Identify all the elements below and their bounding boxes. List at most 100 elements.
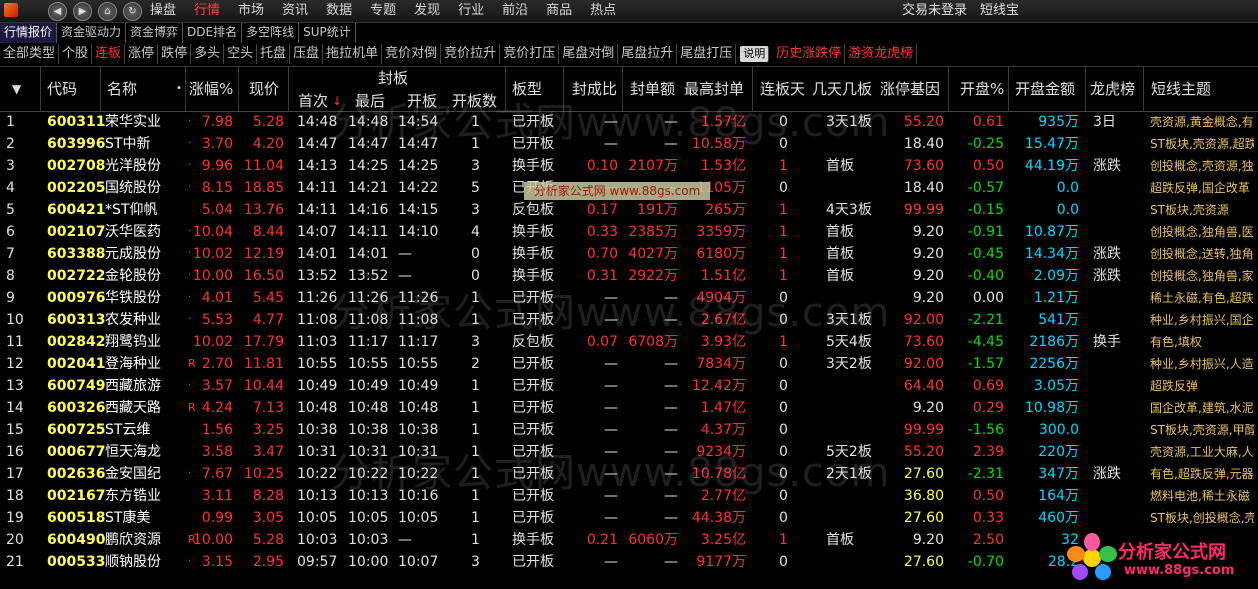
stock-name: 登海种业 [105,356,161,372]
stock-name: ST康美 [105,510,151,526]
subtab-1[interactable]: 资金驱动力 [57,23,127,43]
stock-code: 000976 [47,290,106,306]
menu-item-2[interactable]: 市场 [238,0,264,22]
filter-11[interactable]: 竞价拉升 [441,44,501,64]
filter-8[interactable]: 压盘 [290,44,324,64]
table-row[interactable]: 6 002107 沃华医药 · 10.04 8.44 14:07 14:11 14:10 4 换手板… [0,221,1258,243]
limit-gene: 18.40 [903,180,944,196]
filter-2[interactable]: 连板 [92,44,126,64]
header-max-seal[interactable]: 最高封单 [684,67,744,111]
header-type[interactable]: 板型 [512,67,542,111]
sort-menu-icon[interactable]: ▼ [12,67,21,111]
max-seal: 1.53亿 [700,158,746,174]
table-row[interactable]: 16 000677 恒天海龙 3.58 3.47 10:31 10:31 10:31 1 已开板 —… [0,441,1258,463]
filter-12[interactable]: 竞价打压 [500,44,560,64]
filter-3[interactable]: 涨停 [125,44,159,64]
table-row[interactable]: 10 600313 农发种业 · 5.53 4.77 11:08 11:08 11:08 1 已开板… [0,309,1258,331]
filter-17[interactable]: 历史涨跌停 [773,44,846,64]
menu-item-0[interactable]: 操盘 [150,0,176,22]
filter-4[interactable]: 跌停 [158,44,192,64]
dragon-tiger: 3日 [1093,114,1116,130]
header-streak[interactable]: 连板天 [760,67,805,111]
menu-item-8[interactable]: 前沿 [502,0,528,22]
days-boards: 3天2板 [826,356,872,372]
table-row[interactable]: 8 002722 金轮股份 · 10.00 16.50 13:52 13:52—0 换手板 0.3… [0,265,1258,287]
filter-1[interactable]: 个股 [59,44,93,64]
menu-item-5[interactable]: 专题 [370,0,396,22]
table-row[interactable]: 2 603996 ST中新 · 3.70 4.20 14:47 14:47 14:47 1 已开板 —… [0,133,1258,155]
table-row[interactable]: 19 600518 ST康美 0.99 3.05 10:05 10:05 10:05 1 已开板 —… [0,507,1258,529]
header-last[interactable]: 最后 [355,91,385,111]
stock-code: 000677 [47,444,106,460]
first-seal-time: 14:47 [297,136,338,152]
change-pct: 8.15 [201,180,233,196]
menu-item-1[interactable]: 行情 [194,0,220,22]
header-name[interactable]: 名称 [107,67,137,111]
subtab-5[interactable]: SUP统计 [299,23,356,43]
seal-ratio: 0.21 [586,532,618,548]
menu-item-7[interactable]: 行业 [458,0,484,22]
header-ratio[interactable]: 封成比 [572,67,617,111]
filter-0[interactable]: 全部类型 [0,44,60,64]
trade-login-status[interactable]: 交易未登录 [902,0,967,22]
header-first[interactable]: 首次 [298,91,328,111]
filter-9[interactable]: 拖拉机单 [323,44,383,64]
header-code[interactable]: 代码 [47,67,77,111]
app-logo-icon[interactable] [4,3,18,17]
header-open-pct[interactable]: 开盘% [960,67,1004,111]
header-gene[interactable]: 涨停基因 [880,67,940,111]
days-boards: 5天2板 [826,444,872,460]
subtab-2[interactable]: 资金博弈 [126,23,184,43]
table-row[interactable]: 1 600311 荣华实业 · 7.98 5.28 14:48 14:48 14:54 1 已开板 —… [0,111,1258,133]
stock-name: 西藏旅游 [105,378,161,394]
header-dragon[interactable]: 龙虎榜 [1090,67,1135,111]
filter-14[interactable]: 尾盘拉升 [618,44,678,64]
subtab-3[interactable]: DDE排名 [183,23,243,43]
header-open-amount[interactable]: 开盘金额 [1015,67,1075,111]
refresh-icon[interactable]: ↻ [123,2,142,21]
short-theme: 壳资源,黄金概念,有 [1150,115,1254,129]
open-pct: -0.57 [967,180,1004,196]
table-row[interactable]: 12 002041 登海种业 R 2.70 11.81 10:55 10:55 10:55 2 已开… [0,353,1258,375]
table-row[interactable]: 7 603388 元成股份 · 10.02 12.19 14:01 14:01—0 换手板 0.7… [0,243,1258,265]
header-days[interactable]: 几天几板 [812,67,872,111]
filter-15[interactable]: 尾盘打压 [677,44,737,64]
subtab-4[interactable]: 多空阵线 [242,23,300,43]
menu-item-3[interactable]: 资讯 [282,0,308,22]
open-count: 1 [471,466,480,482]
table-row[interactable]: 17 002636 金安国纪 · 7.67 10.25 10:22 10:22 10:22 1 已开… [0,463,1258,485]
header-price[interactable]: 现价 [249,67,279,111]
change-pct: 5.04 [201,202,233,218]
seal-ratio: 0.17 [586,202,618,218]
header-open-count[interactable]: 开板数 [452,91,497,111]
shortline-link[interactable]: 短线宝 [980,0,1019,22]
forward-icon[interactable]: ▶ [73,2,92,21]
filter-10[interactable]: 竞价对倒 [382,44,442,64]
back-icon[interactable]: ◀ [48,2,67,21]
menu-item-10[interactable]: 热点 [590,0,616,22]
header-theme[interactable]: 短线主题 [1151,67,1211,111]
max-seal: 1.57亿 [700,114,746,130]
header-seal-amount[interactable]: 封单额 [630,67,675,111]
menu-item-4[interactable]: 数据 [326,0,352,22]
filter-18[interactable]: 游资龙虎榜 [845,44,918,64]
filter-6[interactable]: 空头 [224,44,258,64]
header-pct[interactable]: 涨幅% [189,67,233,111]
filter-13[interactable]: 尾盘对倒 [559,44,619,64]
table-row[interactable]: 13 600749 西藏旅游 · 3.57 10.44 10:49 10:49 10:49 1 已开… [0,375,1258,397]
menu-item-6[interactable]: 发现 [414,0,440,22]
table-row[interactable]: 15 600725 ST云维 1.56 3.25 10:38 10:38 10:38 1 已开板 —… [0,419,1258,441]
table-row[interactable]: 5 600421 *ST仰帆 5.04 13.76 14:11 14:16 14:15 3 反包板… [0,199,1258,221]
table-row[interactable]: 11 002842 翔鹭钨业 10.02 17.79 11:03 11:17 11:17 3 反包… [0,331,1258,353]
table-row[interactable]: 9 000976 华铁股份 · 4.01 5.45 11:26 11:26 11:26 1 已开板 —… [0,287,1258,309]
filter-16[interactable]: 说明 [740,46,770,62]
menu-item-9[interactable]: 商品 [546,0,572,22]
table-row[interactable]: 3 002708 光洋股份 · 9.96 11.04 14:13 14:25 14:25 3 换手板… [0,155,1258,177]
table-row[interactable]: 14 600326 西藏天路 R 4.24 7.13 10:48 10:48 10:48 1 已开板… [0,397,1258,419]
table-row[interactable]: 18 002167 东方锆业 3.11 8.28 10:13 10:13 10:16 1 已开板 —… [0,485,1258,507]
home-icon[interactable]: ⌂ [98,2,117,21]
filter-5[interactable]: 多头 [191,44,225,64]
header-open[interactable]: 开板 [407,91,437,111]
filter-7[interactable]: 托盘 [257,44,291,64]
subtab-0[interactable]: 行情报价 [0,23,58,43]
